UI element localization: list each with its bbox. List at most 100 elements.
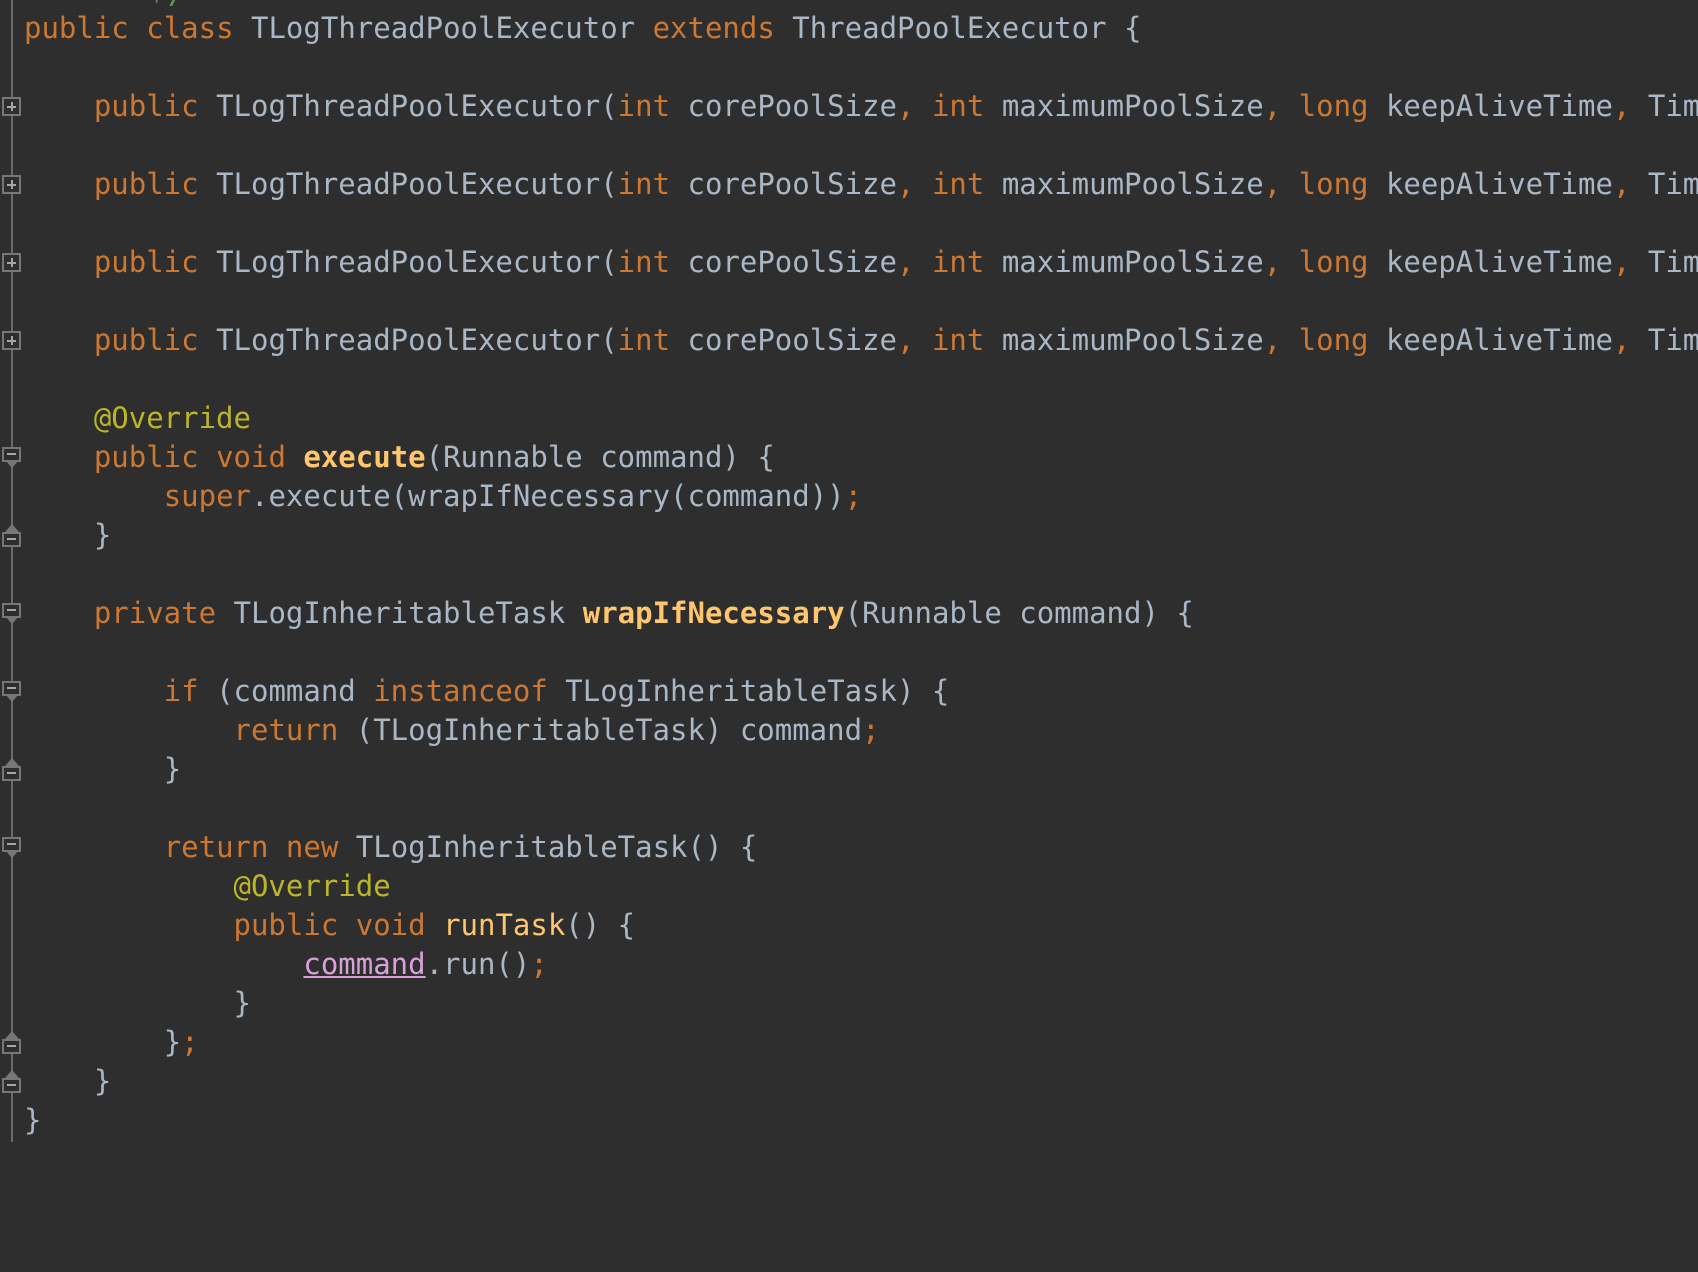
code-token-kw: long <box>1298 245 1369 279</box>
code-token-kw: new <box>285 830 339 864</box>
code-line[interactable] <box>24 48 1698 87</box>
code-line[interactable]: } <box>24 1101 1698 1140</box>
code-token-id: maximumPoolSize <box>984 245 1264 279</box>
code-token-method-b: execute <box>303 440 426 474</box>
code-token-id: TimeUnit uni <box>1647 89 1698 123</box>
code-editor[interactable]: public class TLogThreadPoolExecutor exte… <box>0 0 1698 1272</box>
code-line[interactable]: } <box>24 984 1698 1023</box>
code-token-punct-kw: , <box>1263 323 1282 357</box>
fold-expand-icon[interactable] <box>2 175 21 194</box>
code-token-kw: super <box>163 479 251 513</box>
code-line[interactable]: public void execute(Runnable command) { <box>24 438 1698 477</box>
code-token-id <box>199 323 216 357</box>
code-token-id <box>268 830 285 864</box>
code-token-kw: private <box>93 596 217 630</box>
code-token-id: } <box>93 518 112 552</box>
fold-collapse-start-icon[interactable] <box>2 446 21 468</box>
code-text-area[interactable]: public class TLogThreadPoolExecutor exte… <box>24 0 1698 1272</box>
code-line[interactable] <box>24 789 1698 828</box>
code-token-punct-kw: , <box>1263 167 1282 201</box>
code-token-id <box>565 596 582 630</box>
code-token-id: TLogInheritableTask) { <box>547 674 950 708</box>
code-token-id <box>199 89 216 123</box>
code-token-captured: command <box>303 947 426 981</box>
code-line[interactable]: return (TLogInheritableTask) command; <box>24 711 1698 750</box>
code-token-id <box>199 245 216 279</box>
code-line[interactable] <box>24 555 1698 594</box>
code-token-kw: int <box>617 89 671 123</box>
code-line[interactable]: public TLogThreadPoolExecutor(int corePo… <box>24 165 1698 204</box>
code-token-punct-kw: , <box>897 323 915 357</box>
fold-expand-icon[interactable] <box>2 97 21 116</box>
code-token-type: TLogInheritableTask <box>233 596 566 630</box>
code-token-id: TimeUnit uni <box>1647 323 1698 357</box>
code-token-punct-kw: , <box>1263 89 1282 123</box>
fold-collapse-end-icon[interactable] <box>2 523 21 547</box>
fold-collapse-start-icon[interactable] <box>2 602 21 624</box>
code-line[interactable]: public void runTask() { <box>24 906 1698 945</box>
editor-gutter[interactable] <box>0 0 24 1272</box>
code-token-id: corePoolSize <box>670 323 898 357</box>
code-line[interactable]: public TLogThreadPoolExecutor(int corePo… <box>24 243 1698 282</box>
code-token-kw: long <box>1298 89 1369 123</box>
code-line[interactable]: public TLogThreadPoolExecutor(int corePo… <box>24 321 1698 360</box>
code-line[interactable]: if (command instanceof TLogInheritableTa… <box>24 672 1698 711</box>
fold-collapse-end-icon[interactable] <box>2 1030 21 1054</box>
code-token-id: } <box>93 1064 112 1098</box>
code-token-kw: public <box>24 11 129 45</box>
code-line[interactable]: } <box>24 750 1698 789</box>
code-token-id: { <box>1106 11 1142 45</box>
code-line[interactable]: @Override <box>24 399 1698 438</box>
code-token-id: .execute(wrapIfNecessary(command)) <box>251 479 845 513</box>
code-line[interactable]: } <box>24 516 1698 555</box>
code-line[interactable] <box>24 282 1698 321</box>
code-token-id: (Runnable command) { <box>425 440 775 474</box>
code-line[interactable] <box>24 204 1698 243</box>
code-token-id: TimeUnit uni <box>1647 167 1698 201</box>
code-token-kw: if <box>163 674 199 708</box>
code-token-id: ( <box>600 89 618 123</box>
code-token-id: maximumPoolSize <box>984 89 1264 123</box>
code-token-punct-kw: , <box>1612 89 1631 123</box>
code-token-kw: int <box>931 245 985 279</box>
fold-collapse-end-icon[interactable] <box>2 1069 21 1093</box>
code-token-id <box>234 11 251 45</box>
code-line[interactable]: super.execute(wrapIfNecessary(command)); <box>24 477 1698 516</box>
code-token-punct-kw: , <box>1612 167 1631 201</box>
code-line[interactable]: public TLogThreadPoolExecutor(int corePo… <box>24 87 1698 126</box>
code-line[interactable]: command.run(); <box>24 945 1698 984</box>
code-token-punct-kw: , <box>1612 323 1631 357</box>
code-token-kw: int <box>617 245 671 279</box>
fold-collapse-end-icon[interactable] <box>2 757 21 781</box>
fold-region-spine <box>11 0 13 1142</box>
code-token-id: (Runnable command) { <box>844 596 1194 630</box>
code-token-punct-kw: , <box>1263 245 1282 279</box>
code-token-kw: long <box>1298 323 1369 357</box>
code-token-kw: int <box>617 323 671 357</box>
code-token-id <box>426 908 443 942</box>
code-line[interactable]: @Override <box>24 867 1698 906</box>
code-line[interactable] <box>24 360 1698 399</box>
fold-collapse-start-icon[interactable] <box>2 680 21 702</box>
code-token-id: () { <box>565 908 636 942</box>
code-token-id: corePoolSize <box>670 167 898 201</box>
fold-collapse-start-icon[interactable] <box>2 836 21 858</box>
fold-expand-icon[interactable] <box>2 253 21 272</box>
code-line[interactable]: private TLogInheritableTask wrapIfNecess… <box>24 594 1698 633</box>
code-line[interactable]: return new TLogInheritableTask() { <box>24 828 1698 867</box>
code-line[interactable]: } <box>24 1062 1698 1101</box>
code-token-id <box>286 440 303 474</box>
code-line[interactable] <box>24 633 1698 672</box>
code-token-kw: void <box>216 440 286 474</box>
comment-fragment-text: */ <box>148 0 183 6</box>
code-line[interactable]: }; <box>24 1023 1698 1062</box>
code-token-id <box>915 323 932 357</box>
code-line[interactable]: public class TLogThreadPoolExecutor exte… <box>24 9 1698 48</box>
code-token-id: keepAliveTime <box>1368 167 1613 201</box>
code-line[interactable] <box>24 126 1698 165</box>
code-token-kw: public <box>93 245 199 279</box>
code-token-kw: class <box>146 11 234 45</box>
code-token-id: maximumPoolSize <box>984 167 1264 201</box>
fold-expand-icon[interactable] <box>2 331 21 350</box>
code-token-id: TimeUnit uni <box>1647 245 1698 279</box>
